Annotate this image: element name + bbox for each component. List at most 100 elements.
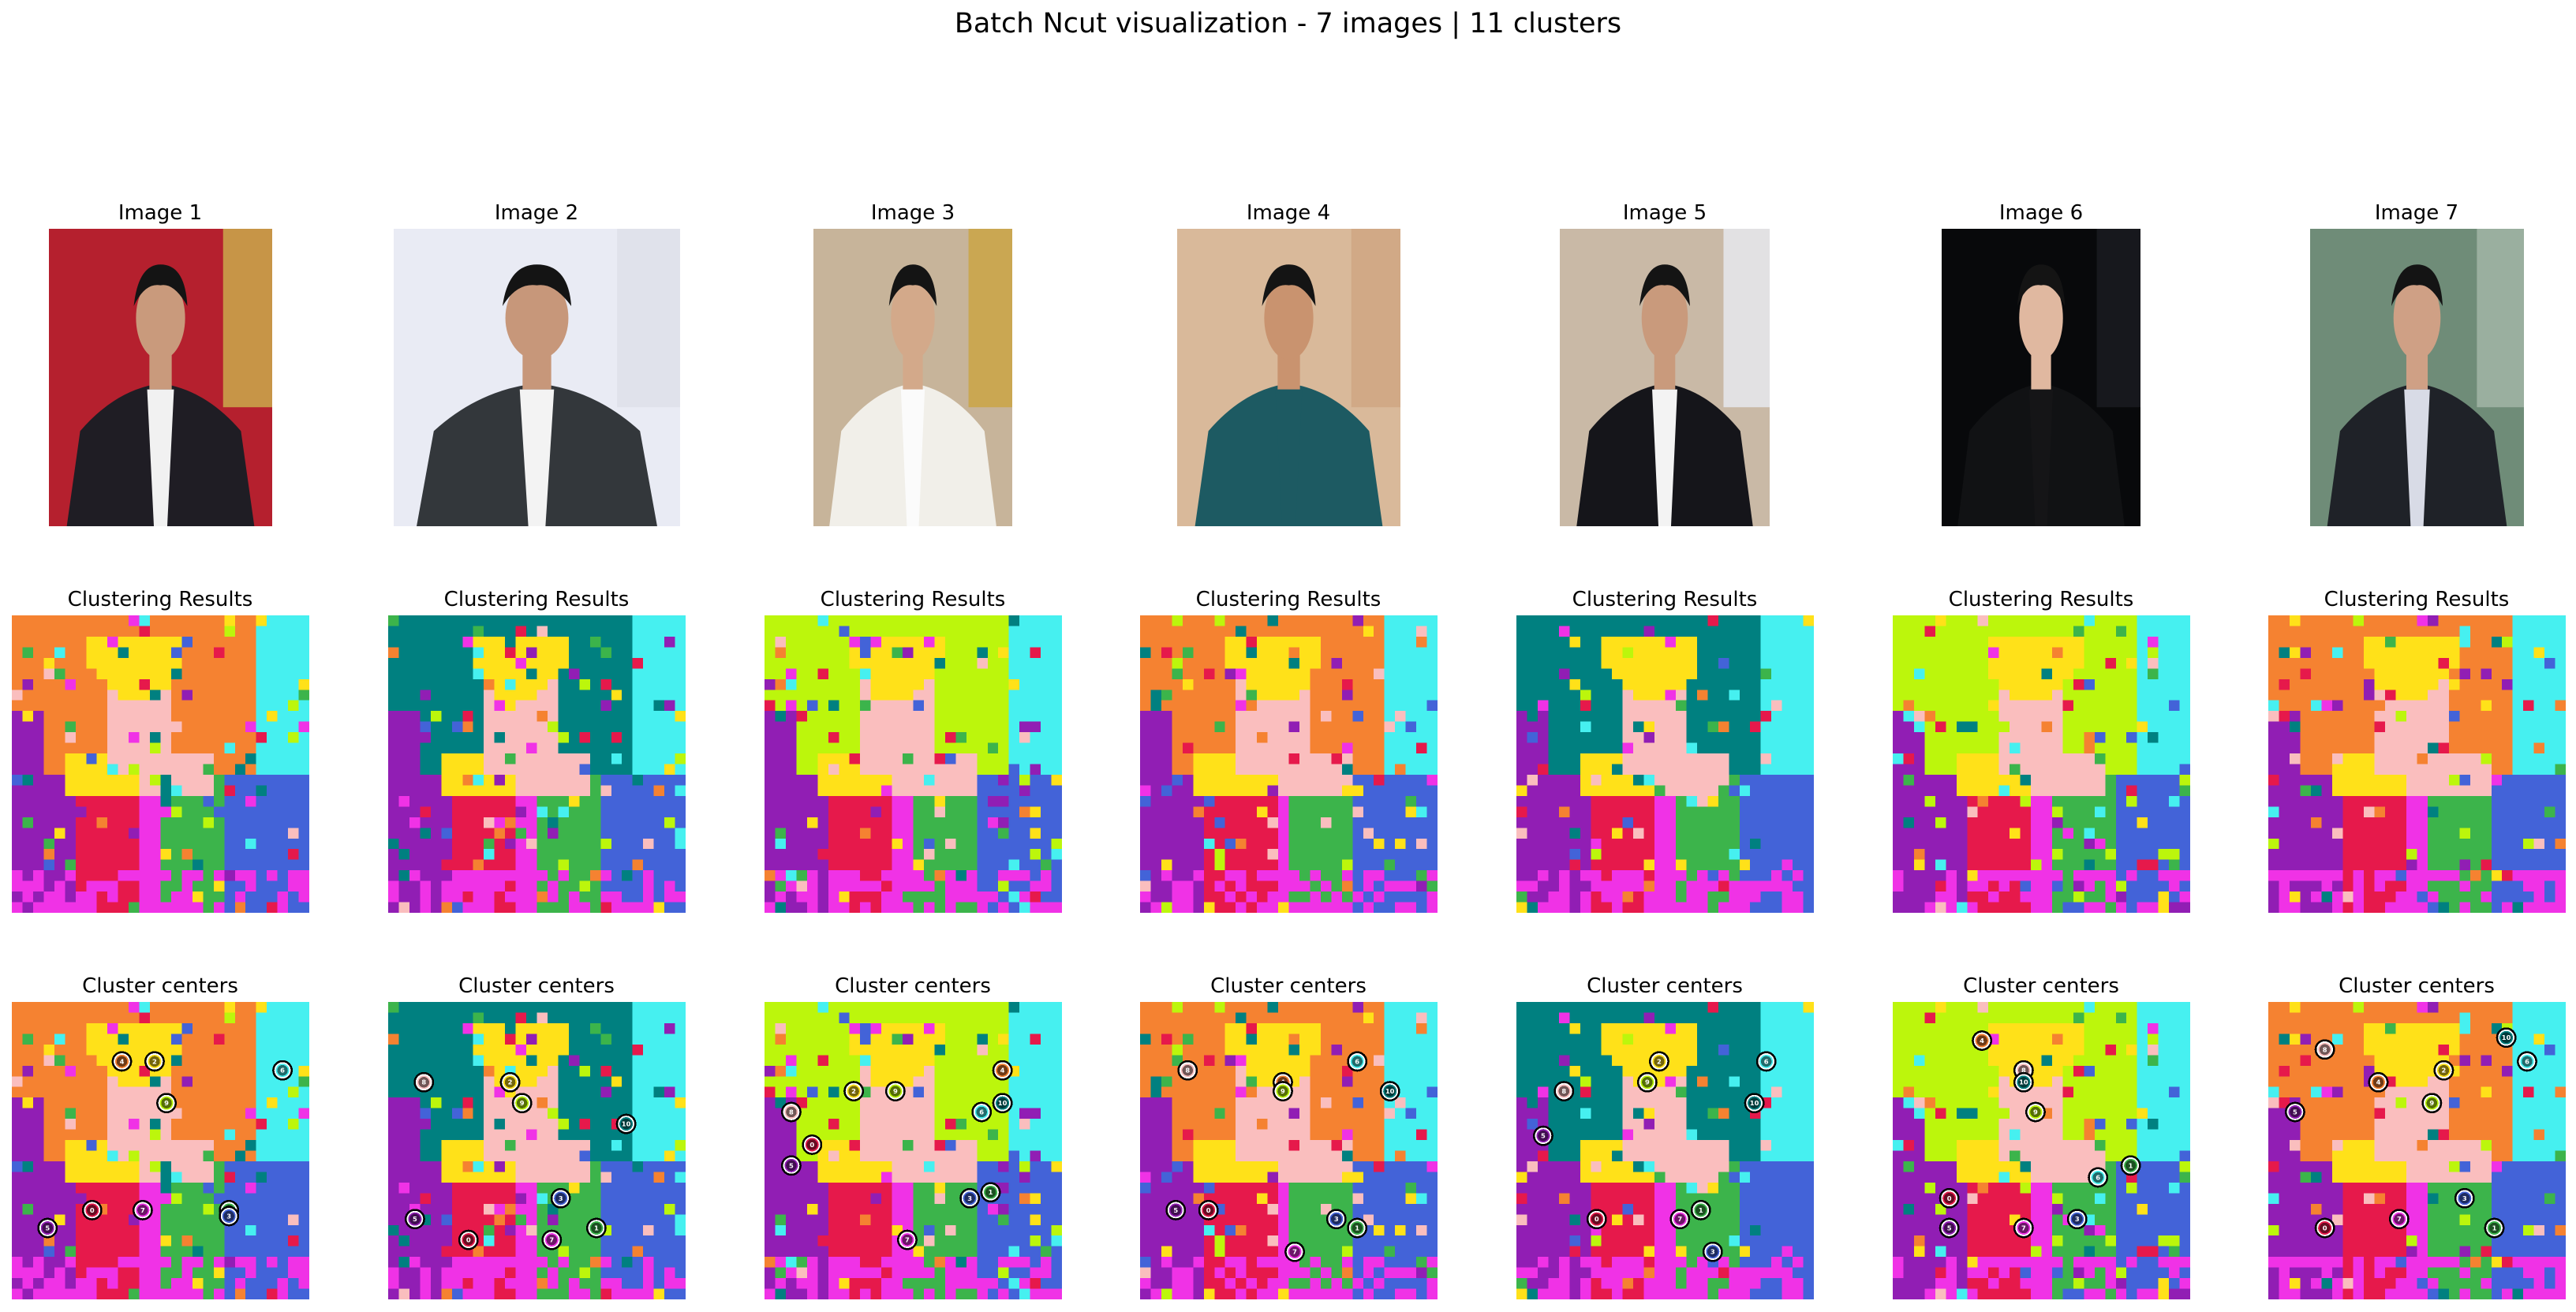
- cluster-cell: [64, 1022, 76, 1034]
- cluster-cell: [245, 1246, 256, 1258]
- cluster-cell: [664, 764, 675, 776]
- cluster-cell: [170, 1246, 182, 1258]
- cluster-cell: [298, 668, 309, 680]
- cluster-cell: [1040, 711, 1052, 722]
- cluster-cell: [557, 753, 569, 764]
- cluster-cell: [933, 1022, 945, 1034]
- cluster-cell: [976, 838, 988, 850]
- cluster-cell: [409, 806, 421, 818]
- cluster-cell: [483, 1086, 495, 1098]
- cluster-cell: [223, 1246, 235, 1258]
- cluster-cell: [785, 636, 797, 648]
- cluster-cell: [902, 880, 914, 892]
- cluster-cell: [149, 1012, 161, 1024]
- cluster-cell: [817, 838, 828, 850]
- cluster-cell: [398, 1140, 409, 1151]
- cluster-cell: [32, 1065, 44, 1077]
- cluster-cell: [675, 636, 686, 648]
- cluster-cell: [892, 668, 903, 680]
- cluster-cell: [806, 764, 818, 776]
- cluster-cell: [1040, 880, 1052, 892]
- cluster-cell: [849, 1065, 860, 1077]
- cluster-cell: [494, 742, 505, 754]
- cluster-cell: [54, 795, 65, 807]
- cluster-cell: [107, 711, 118, 722]
- cluster-cell: [933, 678, 945, 690]
- cluster-cell: [966, 806, 978, 818]
- cluster-cell: [430, 742, 442, 754]
- cluster-cell: [966, 678, 978, 690]
- cluster-center-label: 8: [789, 1108, 794, 1116]
- cluster-cell: [557, 742, 569, 754]
- cluster-cell: [817, 668, 828, 680]
- cluster-cell: [54, 711, 65, 722]
- cluster-cell: [398, 626, 409, 637]
- cluster-cell: [409, 1267, 421, 1279]
- cluster-cell: [547, 1086, 559, 1098]
- cluster-cell: [160, 753, 171, 764]
- cluster-cell: [160, 1203, 171, 1215]
- cluster-cell: [870, 764, 881, 776]
- cluster-cell: [997, 1119, 1009, 1130]
- cluster-cell: [202, 902, 214, 913]
- cluster-cell: [1008, 1182, 1019, 1194]
- cluster-cell: [859, 806, 871, 818]
- cluster-cell: [256, 1224, 267, 1236]
- cluster-cell: [170, 721, 182, 733]
- cluster-cell: [11, 785, 23, 797]
- cluster-cell: [54, 1108, 65, 1119]
- cluster-cell: [32, 870, 44, 881]
- cluster-cell: [128, 690, 140, 701]
- cluster-cell: [451, 1193, 463, 1205]
- cluster-cell: [764, 849, 776, 860]
- cluster-cell: [870, 828, 881, 839]
- cluster-cell: [245, 849, 256, 860]
- cluster-cell: [997, 1150, 1009, 1162]
- cluster-cell: [764, 1246, 776, 1258]
- cluster-cell: [785, 1203, 797, 1215]
- cluster-cell: [933, 721, 945, 733]
- cluster-cell: [838, 1193, 850, 1205]
- cluster-cell: [795, 1022, 807, 1034]
- cluster-cell: [483, 1288, 495, 1299]
- cluster-cell: [578, 806, 590, 818]
- cluster-cell: [419, 1002, 431, 1013]
- cluster-cell: [859, 891, 871, 903]
- cluster-cell: [430, 1214, 442, 1226]
- cluster-cell: [987, 657, 998, 669]
- cluster-cell: [923, 1267, 935, 1279]
- cluster-cell: [181, 1108, 193, 1119]
- cluster-cell: [933, 1278, 945, 1289]
- cluster-cell: [525, 1119, 537, 1130]
- cluster-cell: [515, 774, 526, 786]
- cluster-cell: [621, 1235, 633, 1247]
- cluster-cell: [277, 742, 288, 754]
- cluster-cell: [1051, 1246, 1062, 1258]
- cluster-cell: [923, 1193, 935, 1205]
- cluster-cell: [828, 1246, 839, 1258]
- cluster-cell: [642, 785, 654, 797]
- cluster-cell: [933, 870, 945, 881]
- cluster-cell: [568, 1150, 580, 1162]
- cluster-cell: [298, 795, 309, 807]
- cluster-cell: [568, 1235, 580, 1247]
- cluster-cell: [849, 785, 860, 797]
- cluster-cell: [43, 1278, 54, 1289]
- cluster-cell: [85, 806, 97, 818]
- cluster-cell: [75, 1076, 87, 1087]
- cluster-cell: [32, 742, 44, 754]
- cluster-cell: [54, 1044, 65, 1056]
- cluster-cell: [21, 636, 33, 648]
- cluster-cell: [892, 774, 903, 786]
- cluster-cell: [451, 1129, 463, 1141]
- cluster-cell: [849, 1267, 860, 1279]
- cluster-cell: [653, 1267, 664, 1279]
- cluster-cell: [1051, 849, 1062, 860]
- cluster-cell: [170, 1002, 182, 1013]
- cluster-cell: [287, 678, 299, 690]
- cluster-cell: [287, 1193, 299, 1205]
- cluster-cell: [785, 764, 797, 776]
- cluster-cell: [621, 742, 633, 754]
- cluster-cell: [537, 732, 548, 743]
- cluster-cell: [817, 806, 828, 818]
